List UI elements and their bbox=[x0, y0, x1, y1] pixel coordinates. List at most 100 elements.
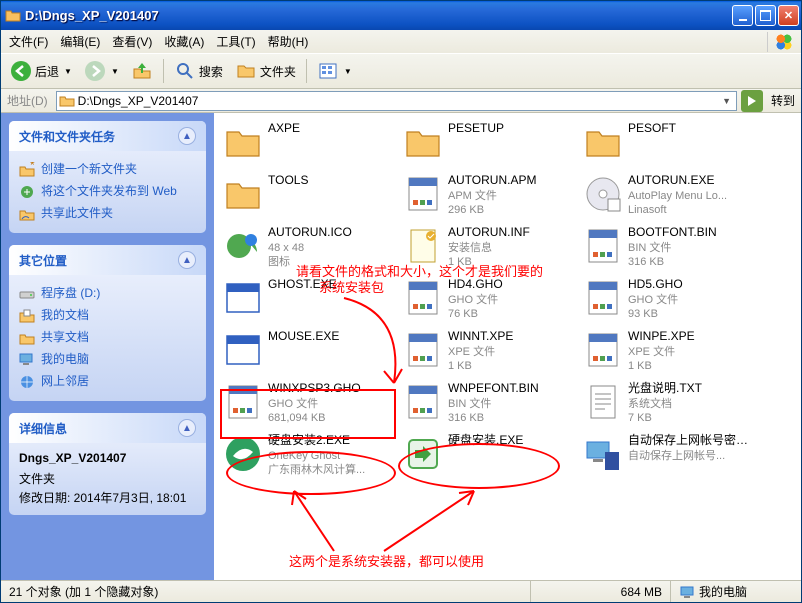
minimize-button[interactable] bbox=[732, 5, 753, 26]
menu-file[interactable]: 文件(F) bbox=[3, 30, 54, 53]
back-label: 后退 bbox=[35, 63, 59, 80]
address-input[interactable] bbox=[78, 94, 716, 108]
file-icon bbox=[582, 381, 624, 423]
file-list-area[interactable]: AXPEPESETUPPESOFT TOOLSAUTORUN.APMAPM 文件2… bbox=[214, 113, 801, 580]
search-button[interactable]: 搜索 bbox=[169, 57, 228, 85]
sidebar-other-item[interactable]: 程序盘 (D:) bbox=[19, 283, 196, 305]
file-icon bbox=[402, 329, 444, 371]
titlebar: D:\Dngs_XP_V201407 bbox=[1, 1, 801, 30]
sidebar-task-item[interactable]: 将这个文件夹发布到 Web bbox=[19, 181, 196, 203]
file-item[interactable]: WINNT.XPEXPE 文件1 KB bbox=[400, 327, 580, 379]
folders-button[interactable]: 文件夹 bbox=[230, 57, 301, 85]
panel-tasks-header[interactable]: 文件和文件夹任务 ▲ bbox=[9, 121, 206, 151]
file-icon bbox=[402, 225, 444, 267]
sidebar-task-item[interactable]: 共享此文件夹 bbox=[19, 203, 196, 225]
file-name: AUTORUN.INF bbox=[448, 225, 578, 241]
maximize-button[interactable] bbox=[755, 5, 776, 26]
file-item[interactable]: AXPE bbox=[220, 119, 400, 171]
file-item[interactable]: 硬盘安装.EXE bbox=[400, 431, 580, 483]
panel-other-header[interactable]: 其它位置 ▲ bbox=[9, 245, 206, 275]
sidebar-other-item[interactable]: 我的文档 bbox=[19, 305, 196, 327]
menu-view[interactable]: 查看(V) bbox=[106, 30, 158, 53]
file-item[interactable]: PESETUP bbox=[400, 119, 580, 171]
file-sub1: 48 x 48 bbox=[268, 241, 398, 255]
file-name: WINPE.XPE bbox=[628, 329, 758, 345]
file-sub1: APM 文件 bbox=[448, 189, 578, 203]
file-icon bbox=[402, 173, 444, 215]
sidebar-other-item[interactable]: 我的电脑 bbox=[19, 349, 196, 371]
search-icon bbox=[174, 60, 196, 82]
go-button[interactable] bbox=[741, 90, 763, 112]
file-name: AUTORUN.APM bbox=[448, 173, 578, 189]
views-button[interactable]: ▼ bbox=[312, 57, 357, 85]
details-name: Dngs_XP_V201407 bbox=[19, 451, 196, 469]
file-item[interactable]: AUTORUN.APMAPM 文件296 KB bbox=[400, 171, 580, 223]
file-item[interactable]: HD5.GHOGHO 文件93 KB bbox=[580, 275, 760, 327]
file-name: HD4.GHO bbox=[448, 277, 578, 293]
file-item[interactable]: MOUSE.EXE bbox=[220, 327, 400, 379]
file-item[interactable]: BOOTFONT.BINBIN 文件316 KB bbox=[580, 223, 760, 275]
window-icon bbox=[5, 8, 21, 24]
menu-edit[interactable]: 编辑(E) bbox=[54, 30, 106, 53]
toolbar: 后退 ▼ ▼ 搜索 文件夹 ▼ bbox=[1, 54, 801, 89]
menu-favorites[interactable]: 收藏(A) bbox=[158, 30, 210, 53]
up-button[interactable] bbox=[126, 57, 158, 85]
file-item[interactable]: AUTORUN.INF安装信息1 KB bbox=[400, 223, 580, 275]
panel-tasks-title: 文件和文件夹任务 bbox=[19, 128, 115, 145]
file-name: BOOTFONT.BIN bbox=[628, 225, 758, 241]
file-name: 硬盘安装2.EXE bbox=[268, 433, 398, 449]
folder-icon bbox=[59, 93, 75, 109]
search-label: 搜索 bbox=[199, 63, 223, 80]
details-modified: 修改日期: 2014年7月3日, 18:01 bbox=[19, 488, 196, 507]
file-item[interactable]: WINXPSP3.GHOGHO 文件681,094 KB bbox=[220, 379, 400, 431]
status-location-text: 我的电脑 bbox=[699, 583, 747, 600]
file-item[interactable]: 硬盘安装2.EXEOneKey Ghost广东雨林木风计算... bbox=[220, 431, 400, 483]
menubar: 文件(F) 编辑(E) 查看(V) 收藏(A) 工具(T) 帮助(H) bbox=[1, 30, 801, 54]
views-icon bbox=[317, 60, 339, 82]
file-item[interactable]: HD4.GHOGHO 文件76 KB bbox=[400, 275, 580, 327]
folders-icon bbox=[235, 60, 257, 82]
svg-text:*: * bbox=[30, 162, 35, 172]
file-item[interactable]: PESOFT bbox=[580, 119, 760, 171]
panel-details-title: 详细信息 bbox=[19, 420, 67, 437]
sidebar-item-label: 我的文档 bbox=[41, 308, 89, 324]
back-button[interactable]: 后退 ▼ bbox=[5, 57, 77, 85]
file-item[interactable]: WINPE.XPEXPE 文件1 KB bbox=[580, 327, 760, 379]
menu-tools[interactable]: 工具(T) bbox=[210, 30, 261, 53]
close-button[interactable] bbox=[778, 5, 799, 26]
menu-help[interactable]: 帮助(H) bbox=[262, 30, 315, 53]
publish-icon bbox=[19, 184, 35, 200]
file-item[interactable]: TOOLS bbox=[220, 171, 400, 223]
file-sub1: 安装信息 bbox=[448, 241, 578, 255]
file-sub2: 76 KB bbox=[448, 307, 578, 321]
file-sub2: 316 KB bbox=[448, 411, 578, 425]
panel-other-title: 其它位置 bbox=[19, 252, 67, 269]
sidebar-task-item[interactable]: *创建一个新文件夹 bbox=[19, 159, 196, 181]
file-item[interactable]: WNPEFONT.BINBIN 文件316 KB bbox=[400, 379, 580, 431]
file-name: AUTORUN.EXE bbox=[628, 173, 758, 189]
file-sub2: 316 KB bbox=[628, 255, 758, 269]
file-item[interactable]: AUTORUN.ICO48 x 48图标 bbox=[220, 223, 400, 275]
status-left: 21 个对象 (加 1 个隐藏对象) bbox=[1, 581, 531, 602]
sidebar-item-label: 网上邻居 bbox=[41, 374, 89, 390]
forward-button[interactable]: ▼ bbox=[79, 57, 124, 85]
file-item[interactable]: 光盘说明.TXT系统文档7 KB bbox=[580, 379, 760, 431]
file-sub1: BIN 文件 bbox=[448, 397, 578, 411]
details-type: 文件夹 bbox=[19, 469, 196, 488]
file-item[interactable]: AUTORUN.EXEAutoPlay Menu Lo...Linasoft bbox=[580, 171, 760, 223]
sidebar-other-item[interactable]: 网上邻居 bbox=[19, 371, 196, 393]
chevron-down-icon[interactable]: ▼ bbox=[719, 96, 734, 106]
address-box[interactable]: ▼ bbox=[56, 91, 737, 111]
collapse-icon: ▲ bbox=[178, 127, 196, 145]
file-item[interactable]: GHOST.EXE bbox=[220, 275, 400, 327]
file-item[interactable]: 自动保存上网帐号密码到U盘.EXE自动保存上网帐号... bbox=[580, 431, 760, 483]
panel-details-header[interactable]: 详细信息 ▲ bbox=[9, 413, 206, 443]
go-label: 转到 bbox=[767, 92, 799, 109]
address-bar: 地址(D) ▼ 转到 bbox=[1, 89, 801, 113]
mydocs-icon bbox=[19, 308, 35, 324]
collapse-icon: ▲ bbox=[178, 251, 196, 269]
status-bar: 21 个对象 (加 1 个隐藏对象) 684 MB 我的电脑 bbox=[1, 580, 801, 602]
sidebar-item-label: 我的电脑 bbox=[41, 352, 89, 368]
sidebar-other-item[interactable]: 共享文档 bbox=[19, 327, 196, 349]
file-sub1: GHO 文件 bbox=[628, 293, 758, 307]
